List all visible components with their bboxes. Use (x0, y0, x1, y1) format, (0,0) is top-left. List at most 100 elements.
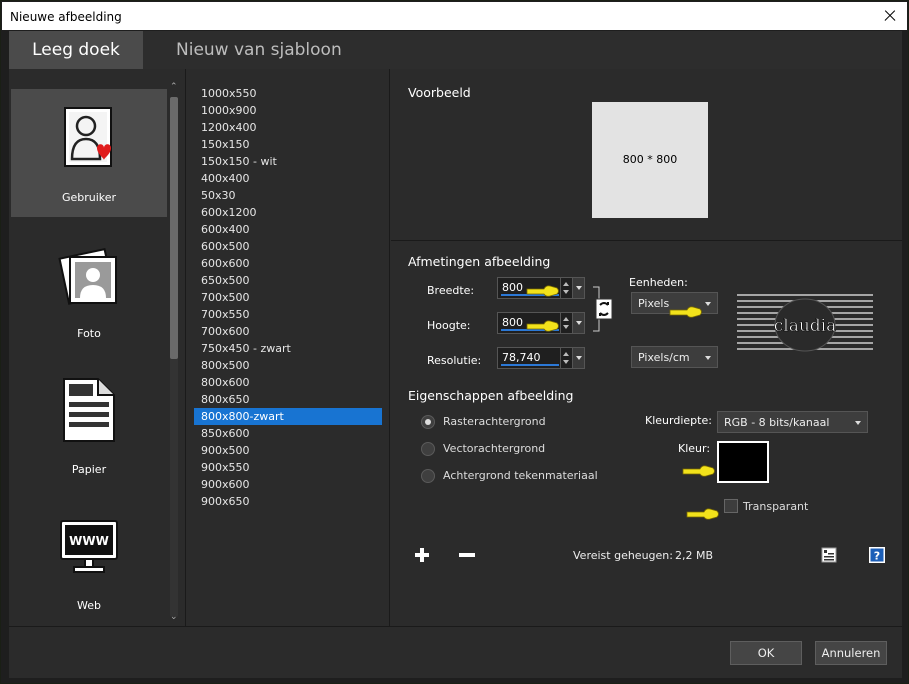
size-list-item[interactable]: 600x1200 (194, 204, 382, 221)
tab-blank-canvas[interactable]: Leeg doek (9, 31, 143, 69)
size-list-item[interactable]: 800x600 (194, 374, 382, 391)
category-scrollbar[interactable]: ⌃ ⌄ (169, 83, 179, 623)
category-photo[interactable]: Foto (11, 225, 167, 353)
properties-section: Afmetingen afbeelding Breedte: 800 Hoogt… (391, 242, 902, 626)
close-icon[interactable] (879, 5, 901, 27)
size-list-item[interactable]: 150x150 - wit (194, 153, 382, 170)
resolution-units-value: Pixels/cm (638, 351, 690, 364)
size-list-item[interactable]: 850x600 (194, 425, 382, 442)
remove-icon[interactable] (459, 553, 475, 557)
transparent-checkbox[interactable] (724, 499, 738, 513)
resolution-stepper[interactable] (560, 348, 571, 368)
height-stepper[interactable] (560, 313, 571, 333)
size-list-item[interactable]: 1200x400 (194, 119, 382, 136)
photo-icon (58, 247, 117, 305)
button-bar: OK Annuleren (9, 626, 902, 678)
width-stepper[interactable] (560, 278, 571, 298)
ok-button[interactable]: OK (730, 641, 802, 665)
radio-button[interactable] (421, 469, 435, 483)
color-label: Kleur: (678, 442, 711, 455)
size-list-item[interactable]: 600x400 (194, 221, 382, 238)
window-title: Nieuwe afbeelding (10, 10, 122, 24)
size-list-item[interactable]: 600x500 (194, 238, 382, 255)
size-list-item[interactable]: 600x600 (194, 255, 382, 272)
category-user-label: Gebruiker (61, 191, 117, 204)
size-list-item[interactable]: 900x650 (194, 493, 382, 510)
size-list-item[interactable]: 800x800-zwart (194, 408, 382, 425)
claudia-watermark-logo: claudia (737, 294, 873, 352)
new-image-dialog: Nieuwe afbeelding Leeg doek Nieuw van sj… (0, 0, 909, 684)
web-monitor-icon: WWW (60, 520, 118, 573)
paper-document-icon (63, 378, 115, 442)
size-list-item[interactable]: 800x500 (194, 357, 382, 374)
help-icon[interactable]: ? (869, 547, 885, 563)
category-panel: Gebruiker Foto Papier WWW Web ⌃ ⌄ (9, 69, 186, 626)
size-list-item[interactable]: 700x600 (194, 323, 382, 340)
size-list-item[interactable]: 700x550 (194, 306, 382, 323)
properties-title: Eigenschappen afbeelding (408, 388, 574, 403)
size-list-item[interactable]: 900x500 (194, 442, 382, 459)
chevron-down-icon (855, 421, 861, 425)
chevron-down-icon (705, 302, 711, 306)
tab-bar: Leeg doek Nieuw van sjabloon (9, 31, 902, 69)
radio-label: Vectorachtergrond (443, 442, 546, 455)
size-list-item[interactable]: 900x550 (194, 459, 382, 476)
color-depth-value: RGB - 8 bits/kanaal (724, 416, 830, 429)
radio-button[interactable] (421, 442, 435, 456)
preview-section: Voorbeeld 800 * 800 (391, 69, 902, 241)
memory-value: 2,2 MB (675, 549, 714, 562)
width-value: 800 (502, 281, 523, 294)
pointing-hand-icon (669, 306, 702, 318)
category-paper[interactable]: Papier (11, 361, 167, 489)
size-list-item[interactable]: 750x450 - zwart (194, 340, 382, 357)
resolution-units-select[interactable]: Pixels/cm (631, 346, 718, 368)
units-value: Pixels (638, 297, 670, 310)
dimensions-title: Afmetingen afbeelding (408, 254, 551, 269)
aspect-lock-icon[interactable] (591, 285, 615, 333)
radio-label: Rasterachtergrond (443, 415, 546, 428)
size-list-item[interactable]: 1000x550 (194, 85, 382, 102)
size-list-item[interactable]: 50x30 (194, 187, 382, 204)
category-web[interactable]: WWW Web (11, 497, 167, 625)
add-icon[interactable] (415, 548, 429, 562)
radio-button[interactable] (421, 415, 435, 429)
title-bar: Nieuwe afbeelding (2, 2, 907, 30)
size-list-item[interactable]: 650x500 (194, 272, 382, 289)
pointing-hand-icon (526, 320, 559, 332)
color-depth-select[interactable]: RGB - 8 bits/kanaal (717, 411, 868, 433)
options-panel: Voorbeeld 800 * 800 Afmetingen afbeeldin… (391, 69, 902, 626)
resolution-dropdown-icon[interactable] (572, 348, 584, 368)
pointing-hand-icon (686, 508, 719, 520)
user-heart-icon (64, 107, 112, 167)
height-dropdown-icon[interactable] (572, 313, 584, 333)
height-value: 800 (502, 316, 523, 329)
size-list-item[interactable]: 1000x900 (194, 102, 382, 119)
dialog-body: Gebruiker Foto Papier WWW Web ⌃ ⌄ 1000x5… (9, 69, 902, 626)
size-list-item[interactable]: 900x600 (194, 476, 382, 493)
size-list-item[interactable]: 150x150 (194, 136, 382, 153)
scroll-thumb[interactable] (170, 97, 178, 359)
size-list-item[interactable]: 400x400 (194, 170, 382, 187)
height-label: Hoogte: (427, 319, 471, 332)
size-list-panel: 1000x550 1000x900 1200x400 150x150 150x150 -… (187, 69, 390, 626)
color-depth-label: Kleurdiepte: (645, 414, 712, 427)
save-preset-icon[interactable] (821, 547, 837, 563)
category-user[interactable]: Gebruiker (11, 89, 167, 217)
tab-from-template[interactable]: Nieuw van sjabloon (176, 31, 342, 69)
web-icon-text: WWW (69, 534, 109, 548)
svg-text:?: ? (874, 550, 880, 563)
color-swatch[interactable] (717, 441, 769, 483)
size-list-item[interactable]: 700x500 (194, 289, 382, 306)
units-label: Eenheden: (629, 276, 688, 289)
preview-box: 800 * 800 (592, 102, 708, 218)
width-dropdown-icon[interactable] (572, 278, 584, 298)
preview-title: Voorbeeld (408, 85, 471, 100)
resolution-value: 78,740 (502, 351, 541, 364)
cancel-button[interactable]: Annuleren (815, 641, 887, 665)
size-list-item[interactable]: 800x650 (194, 391, 382, 408)
pointing-hand-icon (682, 465, 715, 477)
scroll-up-icon[interactable]: ⌃ (170, 83, 178, 92)
resolution-label: Resolutie: (427, 354, 482, 367)
scroll-down-icon[interactable]: ⌄ (170, 613, 178, 622)
resolution-spinbox[interactable]: 78,740 (497, 347, 585, 369)
